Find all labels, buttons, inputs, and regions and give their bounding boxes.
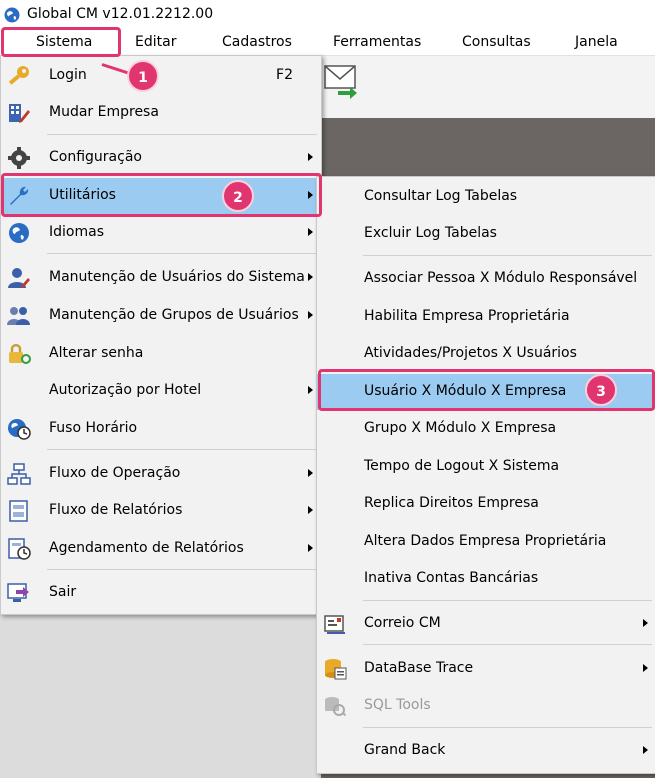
shortcut-label: F2 [276, 67, 293, 83]
menu-consultas[interactable]: Consultas [462, 34, 531, 50]
menu-item-manutencao-grupos[interactable]: Manutenção de Grupos de Usuários [1, 298, 321, 334]
menu-item-alterar-senha[interactable]: Alterar senha [1, 336, 321, 372]
flow-icon [7, 463, 31, 485]
exit-icon [7, 583, 29, 602]
menu-janela[interactable]: Janela [575, 34, 618, 50]
menu-item-autorizacao-hotel[interactable]: Autorização por Hotel [1, 373, 321, 409]
submenu-item-sql-tools: SQL Tools [317, 688, 655, 724]
submenu-item-associar-pessoa-modulo[interactable]: Associar Pessoa X Módulo Responsável [317, 261, 655, 297]
database-trace-icon [325, 659, 347, 680]
globe-app-icon [4, 7, 20, 23]
report-schedule-icon [8, 538, 31, 560]
submenu-arrow-icon [308, 544, 313, 552]
submenu-item-tempo-logout[interactable]: Tempo de Logout X Sistema [317, 449, 655, 485]
submenu-item-grand-back[interactable]: Grand Back [317, 733, 655, 769]
submenu-item-replica-direitos[interactable]: Replica Direitos Empresa [317, 486, 655, 522]
submenu-arrow-icon [643, 619, 648, 627]
menu-item-idiomas[interactable]: Idiomas [1, 215, 321, 251]
submenu-arrow-icon [308, 311, 313, 319]
menu-item-mudar-empresa[interactable]: Mudar Empresa [1, 95, 321, 131]
sistema-menu: Login F2 Mudar Empresa Configuração Util… [0, 55, 322, 615]
key-icon [8, 66, 29, 85]
building-edit-icon [9, 104, 30, 123]
submenu-item-consultar-log-tabelas[interactable]: Consultar Log Tabelas [317, 179, 655, 215]
submenu-arrow-icon [643, 746, 648, 754]
menu-separator [47, 253, 317, 254]
menu-separator [363, 255, 652, 256]
menu-item-fluxo-relatorios[interactable]: Fluxo de Relatórios [1, 493, 321, 529]
title-bar: Global CM v12.01.2212.00 [0, 0, 655, 30]
menu-editar[interactable]: Editar [135, 34, 176, 50]
mail-icon [324, 615, 345, 634]
menu-item-login[interactable]: Login F2 [1, 58, 321, 94]
window-title: Global CM v12.01.2212.00 [27, 6, 214, 22]
callout-highlight-sistema [1, 27, 121, 57]
submenu-arrow-icon [308, 386, 313, 394]
mail-send-icon[interactable] [324, 62, 358, 100]
lock-icon [9, 344, 31, 364]
submenu-item-habilita-empresa[interactable]: Habilita Empresa Proprietária [317, 299, 655, 335]
menu-separator [363, 727, 652, 728]
menu-separator [47, 134, 317, 135]
submenu-arrow-icon [308, 228, 313, 236]
status-strip [0, 614, 321, 778]
submenu-item-correio-cm[interactable]: Correio CM [317, 606, 655, 642]
gear-icon [8, 147, 30, 169]
callout-highlight-utilitarios [1, 173, 322, 217]
submenu-arrow-icon [308, 153, 313, 161]
menu-item-fuso-horario[interactable]: Fuso Horário [1, 411, 321, 447]
menu-separator [363, 600, 652, 601]
submenu-item-database-trace[interactable]: DataBase Trace [317, 651, 655, 687]
report-flow-icon [9, 500, 28, 522]
callout-badge-2: 2 [222, 180, 254, 212]
globe-icon [9, 223, 29, 243]
globe-clock-icon [8, 419, 31, 440]
toolbar [321, 56, 655, 118]
menu-item-fluxo-operacao[interactable]: Fluxo de Operação [1, 456, 321, 492]
menu-ferramentas[interactable]: Ferramentas [333, 34, 421, 50]
user-edit-icon [8, 268, 30, 288]
menu-item-agendamento-relatorios[interactable]: Agendamento de Relatórios [1, 531, 321, 567]
callout-badge-1: 1 [127, 60, 159, 92]
sql-tools-icon [325, 697, 347, 717]
submenu-item-excluir-log-tabelas[interactable]: Excluir Log Tabelas [317, 216, 655, 252]
submenu-item-grupo-modulo-empresa[interactable]: Grupo X Módulo X Empresa [317, 411, 655, 447]
submenu-item-altera-dados-empresa[interactable]: Altera Dados Empresa Proprietária [317, 524, 655, 560]
menu-separator [47, 569, 317, 570]
submenu-arrow-icon [308, 273, 313, 281]
users-group-icon [7, 307, 30, 325]
menu-cadastros[interactable]: Cadastros [222, 34, 292, 50]
submenu-arrow-icon [308, 506, 313, 514]
utilitarios-submenu: Consultar Log Tabelas Excluir Log Tabela… [316, 176, 655, 774]
menu-item-configuracao[interactable]: Configuração [1, 140, 321, 176]
menu-separator [47, 449, 317, 450]
menu-separator [363, 644, 652, 645]
callout-badge-3: 3 [585, 374, 617, 406]
submenu-arrow-icon [643, 664, 648, 672]
submenu-item-atividades-projetos[interactable]: Atividades/Projetos X Usuários [317, 336, 655, 372]
menu-item-manutencao-usuarios[interactable]: Manutenção de Usuários do Sistema [1, 260, 321, 296]
menu-item-sair[interactable]: Sair [1, 575, 321, 611]
submenu-item-inativa-contas[interactable]: Inativa Contas Bancárias [317, 561, 655, 597]
submenu-arrow-icon [308, 469, 313, 477]
